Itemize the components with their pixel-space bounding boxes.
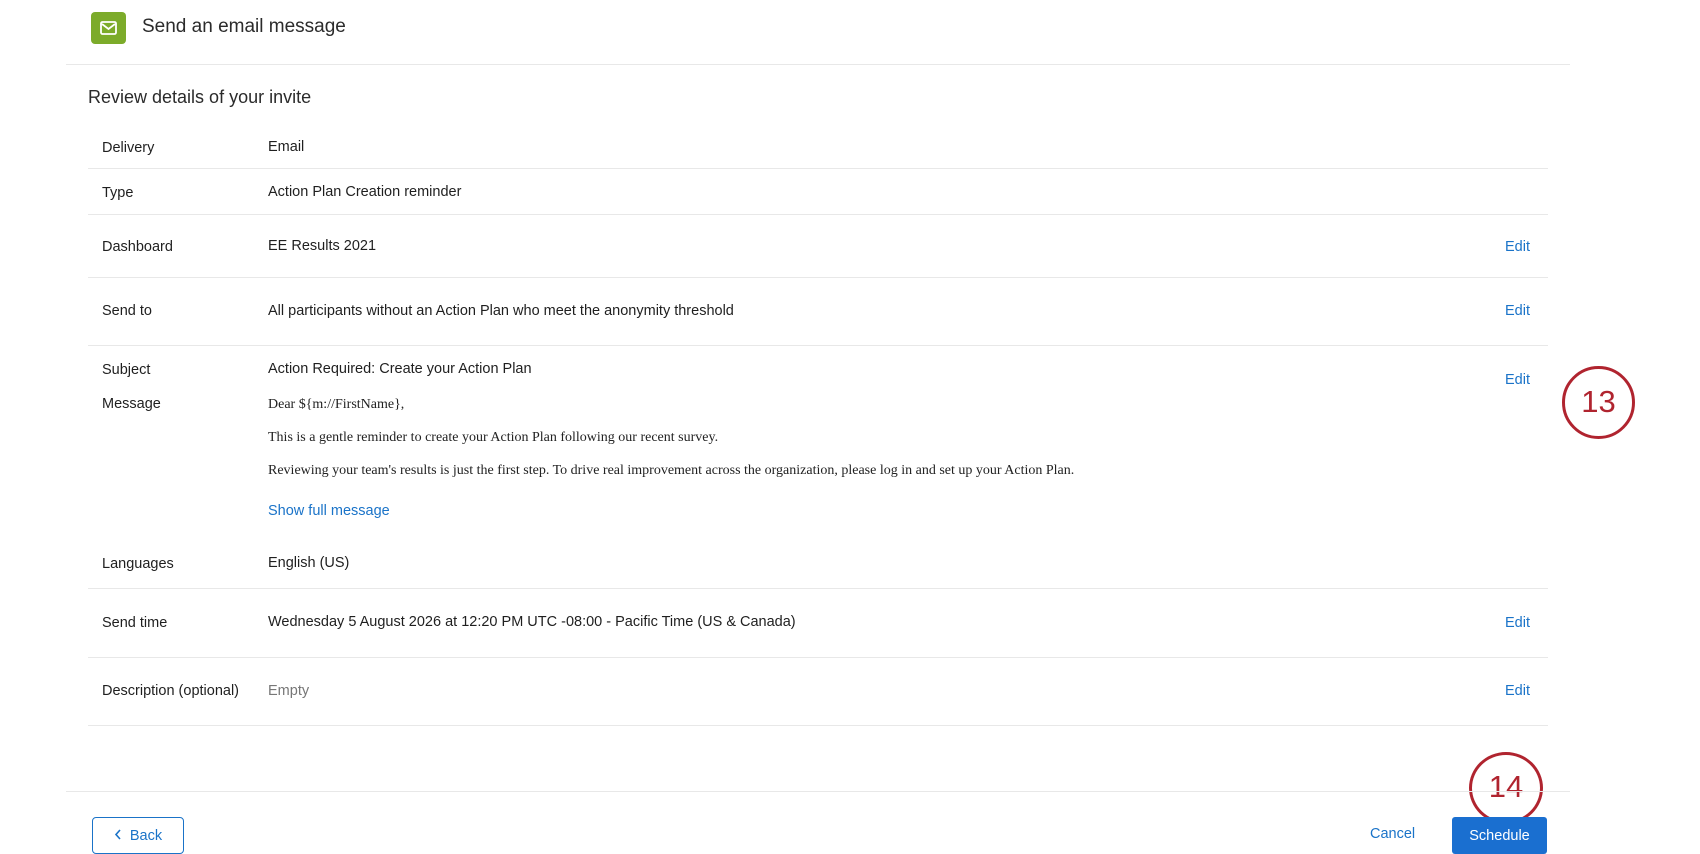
message-line-3: Reviewing your team's results is just th… [268,463,1075,478]
dashboard-label: Dashboard [102,239,173,255]
show-full-message-link[interactable]: Show full message [268,503,390,519]
edit-dashboard-link[interactable]: Edit [1505,239,1530,255]
subject-label: Subject [102,362,151,378]
row-send-to: Send to All participants without an Acti… [88,278,1548,346]
mail-icon [91,12,126,44]
send-time-value: Wednesday 5 August 2026 at 12:20 PM UTC … [268,614,796,630]
send-to-value: All participants without an Action Plan … [268,303,734,319]
edit-message-link[interactable]: Edit [1505,372,1530,388]
dashboard-value: EE Results 2021 [268,238,377,254]
row-description: Description (optional) Empty Edit [88,658,1548,726]
description-value: Empty [268,683,310,699]
edit-description-link[interactable]: Edit [1505,683,1530,699]
row-subject-message: Subject Action Required: Create your Act… [88,346,1548,589]
message-line-2: This is a gentle reminder to create your… [268,430,719,445]
step-14-callout: 14 [1469,752,1543,824]
page-header: Send an email message [66,0,1570,65]
delivery-label: Delivery [102,140,155,156]
type-label: Type [102,185,134,201]
footer-divider [66,791,1570,792]
send-time-label: Send time [102,615,168,631]
step-13-callout: 13 [1562,366,1635,439]
row-dashboard: Dashboard EE Results 2021 Edit [88,215,1548,278]
row-type: Type Action Plan Creation reminder [88,169,1548,215]
delivery-value: Email [268,139,305,155]
review-heading: Review details of your invite [88,87,312,107]
description-label: Description (optional) [102,683,240,699]
schedule-button[interactable]: Schedule [1452,817,1547,854]
subject-value: Action Required: Create your Action Plan [268,361,532,377]
message-label: Message [102,396,161,412]
row-send-time: Send time Wednesday 5 August 2026 at 12:… [88,589,1548,658]
languages-label: Languages [102,556,174,572]
cancel-button[interactable]: Cancel [1370,826,1415,842]
page-title: Send an email message [142,16,346,37]
edit-send-time-link[interactable]: Edit [1505,615,1530,631]
message-line-1: Dear ${m://FirstName}, [268,397,405,412]
chevron-left-icon [114,828,122,844]
back-button[interactable]: Back [92,817,184,854]
send-to-label: Send to [102,303,152,319]
type-value: Action Plan Creation reminder [268,184,462,200]
review-table: Delivery Email Type Action Plan Creation… [88,130,1548,726]
edit-send-to-link[interactable]: Edit [1505,303,1530,319]
row-delivery: Delivery Email [88,130,1548,169]
back-label: Back [129,827,163,844]
languages-value: English (US) [268,555,350,571]
